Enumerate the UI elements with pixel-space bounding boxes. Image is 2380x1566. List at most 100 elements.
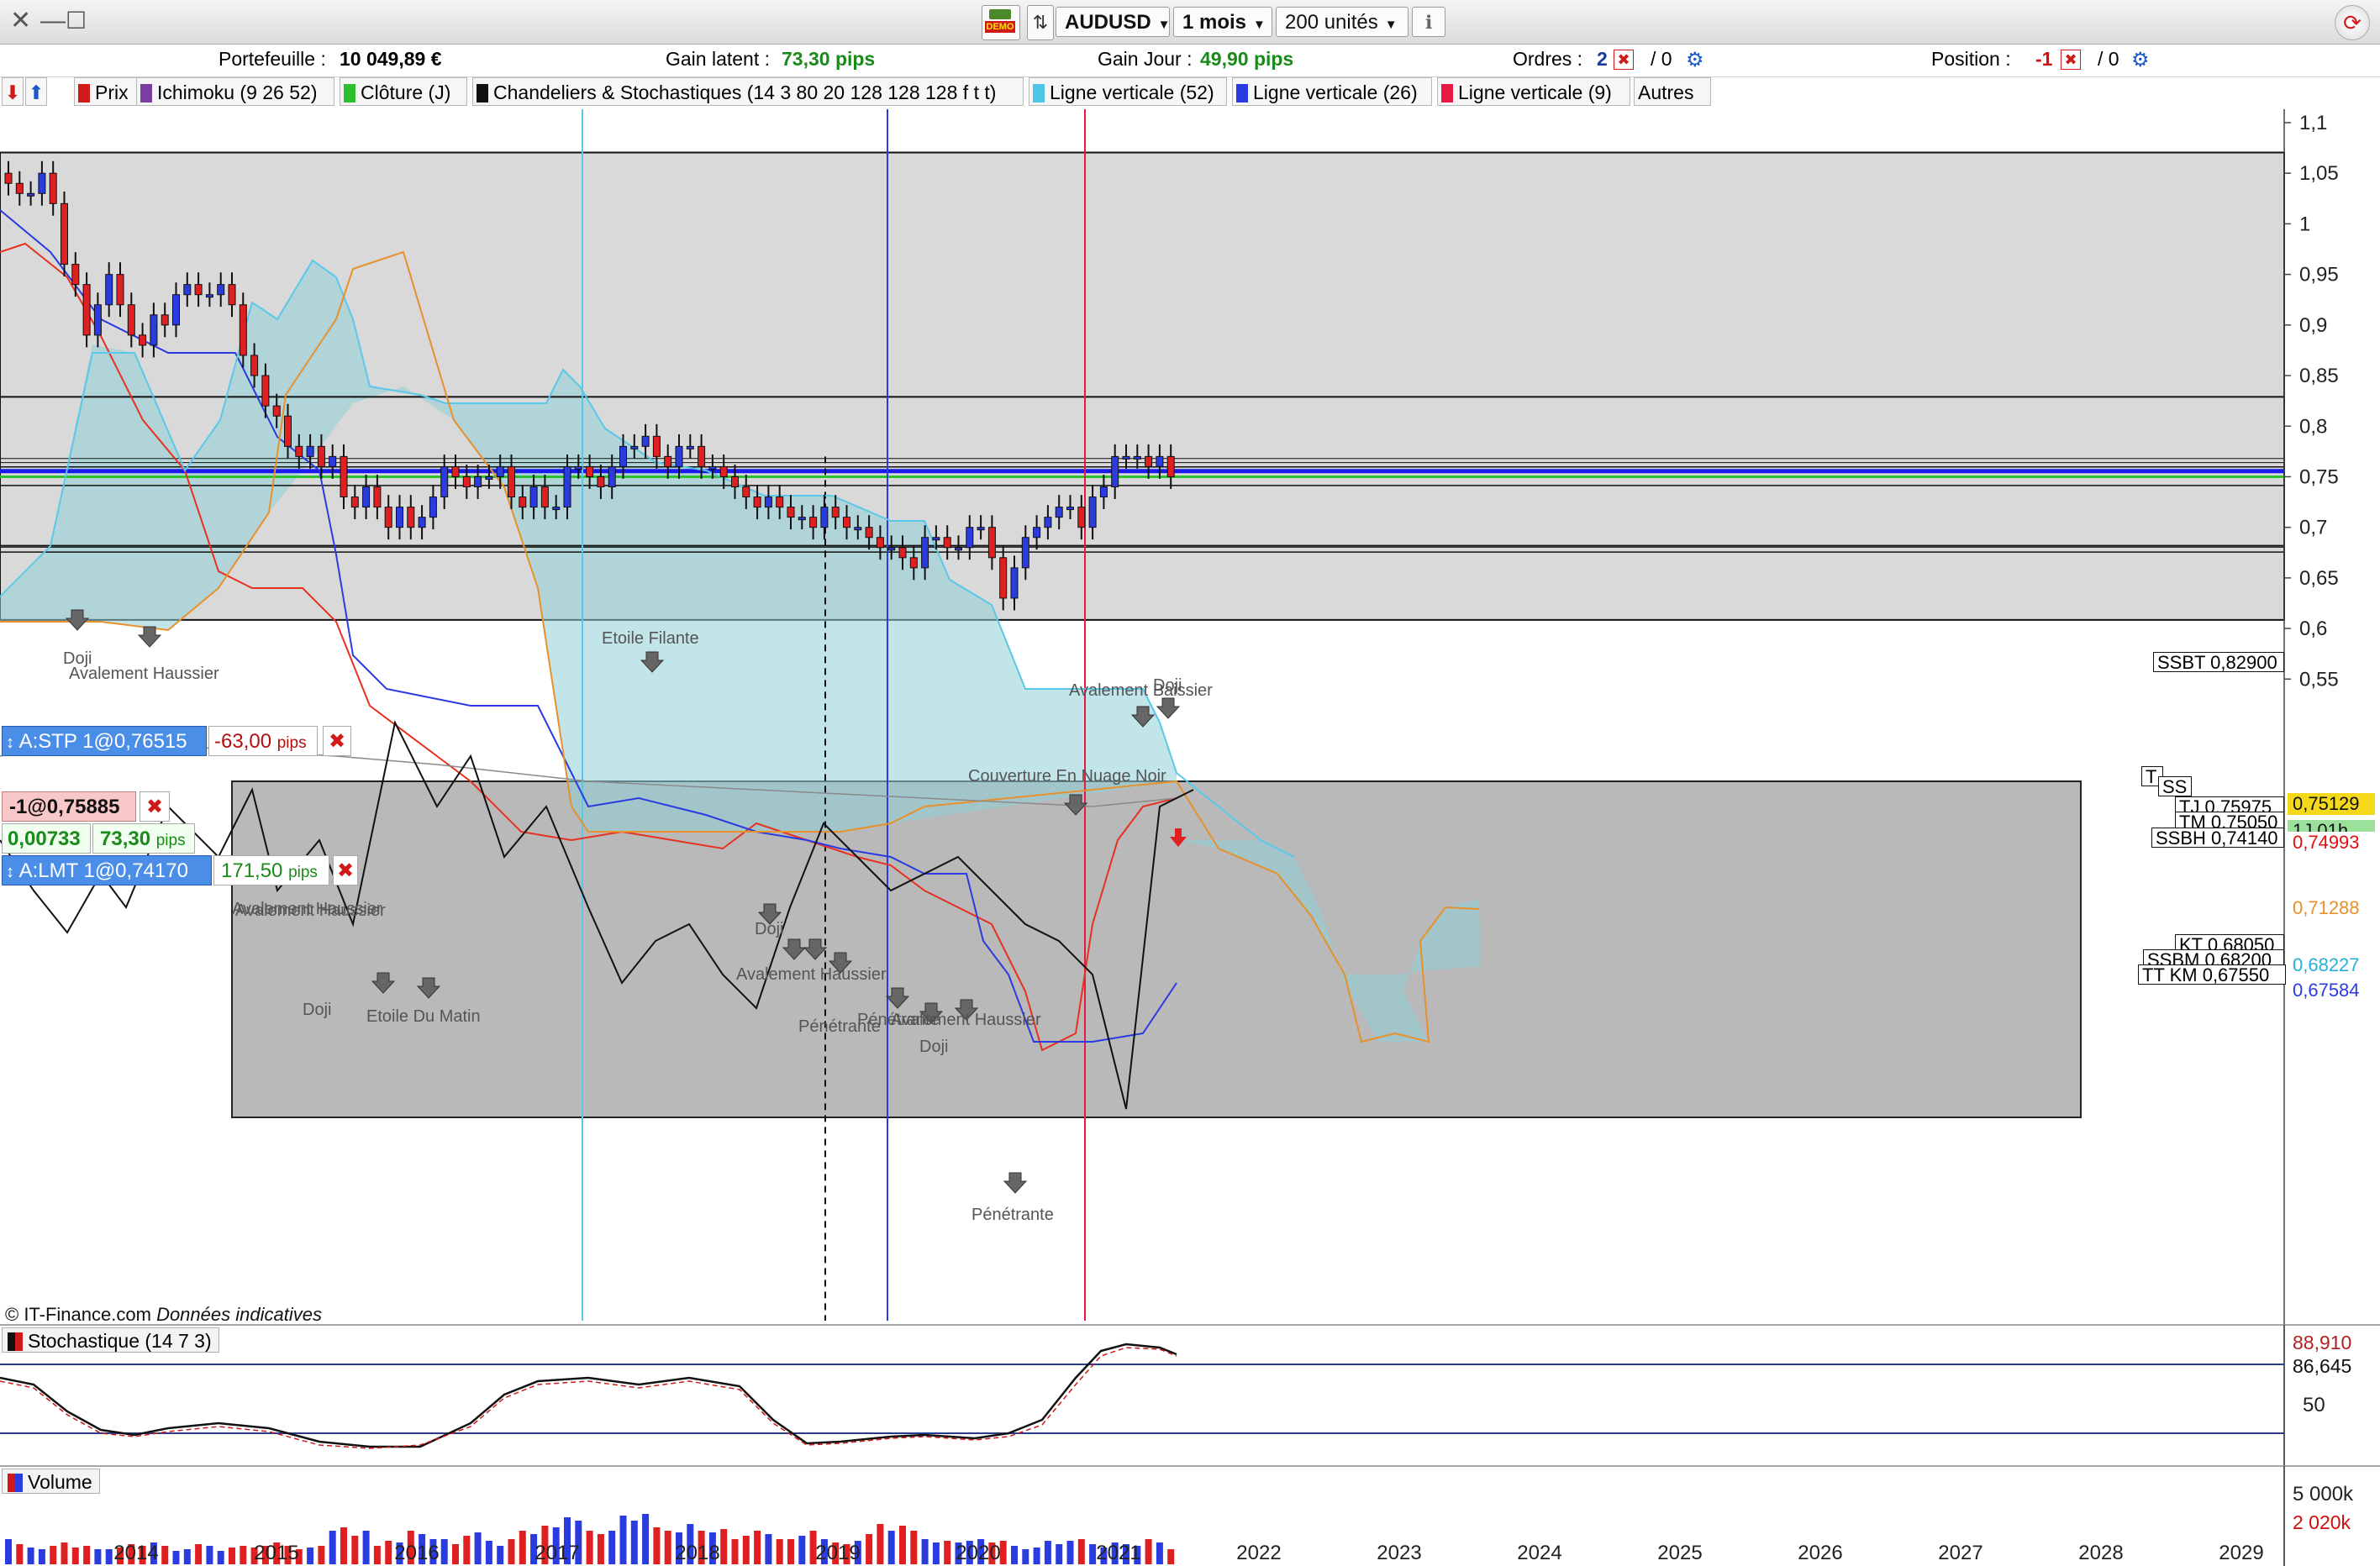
collapse-down-icon[interactable]: ⬇: [2, 77, 24, 106]
candle-body: [373, 486, 382, 508]
volume-bar: [999, 1541, 1007, 1564]
legend-item[interactable]: Ligne verticale (9): [1437, 77, 1630, 106]
refresh-icon[interactable]: ⟳: [2335, 5, 2370, 40]
candle-body: [552, 507, 561, 511]
panel-value-tag: 86,645: [2293, 1355, 2352, 1377]
x-tick-label: 2020: [956, 1542, 1000, 1564]
volume-bar: [866, 1534, 873, 1564]
volume-bar: [508, 1539, 515, 1564]
day-gain-value: 49,90 pips: [1200, 48, 1294, 70]
volume-bar: [932, 1542, 940, 1564]
x-tick-label: 2029: [2219, 1542, 2263, 1564]
expand-up-icon[interactable]: ⬆: [25, 77, 47, 106]
candle-body: [608, 465, 616, 488]
candle-body: [38, 172, 46, 194]
candle-body: [787, 507, 795, 518]
candle-body: [708, 465, 717, 470]
candle-body: [317, 445, 325, 467]
units-select[interactable]: 200 unités ▼: [1276, 7, 1409, 37]
candle-body: [161, 314, 169, 326]
gear-icon[interactable]: ⚙: [1686, 48, 1704, 72]
candle-body: [742, 486, 750, 498]
volume-panel-title[interactable]: Volume: [2, 1469, 100, 1494]
attach-icon[interactable]: ⇅: [1027, 5, 1054, 40]
data-note: Données indicatives: [156, 1304, 322, 1325]
limit-order-label: A:LMT 1@0,74170: [18, 859, 188, 882]
candle-body: [619, 445, 627, 467]
volume-bar: [474, 1532, 482, 1564]
candle-body: [350, 497, 359, 508]
drag-handle-icon: ↕: [6, 733, 19, 752]
pips-unit: pips: [288, 864, 318, 881]
minimize-icon[interactable]: —: [40, 8, 66, 34]
volume-bar: [1033, 1548, 1040, 1564]
volume-bar: [1145, 1539, 1152, 1564]
legend-item[interactable]: Autres: [1634, 77, 1711, 106]
volume-bar: [1089, 1544, 1097, 1564]
info-icon[interactable]: ℹ: [1412, 7, 1445, 37]
candle-body: [116, 274, 124, 306]
period-select[interactable]: 1 mois ▼: [1173, 7, 1272, 37]
maximize-icon[interactable]: ☐: [66, 8, 87, 34]
candle-body: [508, 465, 515, 498]
volume-bar: [229, 1548, 235, 1564]
candle-body: [396, 507, 403, 528]
pattern-label: Avalement Haussier: [232, 900, 382, 918]
candle-body: [261, 375, 270, 407]
demo-icon[interactable]: DEMO: [982, 5, 1020, 40]
candle-body: [306, 445, 314, 457]
volume-bar: [630, 1521, 638, 1564]
close-position-tag-icon[interactable]: ✖: [140, 791, 170, 822]
legend-item[interactable]: Ligne verticale (26): [1232, 77, 1432, 106]
volume-title: Volume: [28, 1471, 92, 1493]
candle-body: [1145, 455, 1153, 467]
price-chart[interactable]: Doji Avalement Haussier Etoile Filante Aval…: [0, 109, 2380, 1566]
watermark: AUD/USD Mini: [2035, 109, 2269, 115]
close-position-icon[interactable]: ✖: [2061, 50, 2081, 70]
spread-pips-value: 73,30: [100, 828, 151, 850]
limit-order-tag[interactable]: ↕ A:LMT 1@0,74170: [2, 855, 212, 885]
volume-bar: [362, 1531, 370, 1564]
candle-body: [1156, 455, 1164, 467]
x-tick-label: 2016: [394, 1542, 439, 1564]
legend-label: Chandeliers & Stochastiques (14 3 80 20 …: [493, 81, 997, 103]
close-icon[interactable]: ✕: [10, 8, 31, 34]
candle-body: [932, 537, 940, 541]
volume-bar: [217, 1551, 224, 1564]
legend-item[interactable]: Clôture (J): [340, 77, 467, 106]
symbol-select[interactable]: AUDUSD ▼: [1056, 7, 1171, 37]
pattern-label: Etoile Du Matin: [366, 1007, 481, 1026]
cancel-orders-icon[interactable]: ✖: [1614, 50, 1634, 70]
candle-body: [15, 182, 24, 194]
stochastic-panel-title[interactable]: Stochastique (14 7 3): [2, 1327, 219, 1353]
volume-bar: [921, 1539, 929, 1564]
volume-bar: [1056, 1544, 1063, 1564]
legend-swatch: [1236, 84, 1248, 102]
volume-bar: [329, 1531, 336, 1564]
stop-pips-value: -63,00: [214, 730, 272, 753]
position-tag[interactable]: -1@0,75885: [2, 791, 136, 822]
stop-order-tag[interactable]: ↕ A:STP 1@0,76515: [2, 726, 207, 756]
legend-swatch: [140, 84, 152, 102]
pattern-label: Avalement Haussier: [69, 665, 219, 683]
candle-body: [194, 284, 203, 296]
volume-bar: [50, 1546, 57, 1564]
y-tick-label: 1,1: [2299, 112, 2327, 134]
x-tick-label: 2018: [675, 1542, 719, 1564]
volume-bar: [440, 1539, 448, 1564]
candle-body: [675, 445, 683, 467]
cancel-limit-icon[interactable]: ✖: [333, 855, 358, 885]
gear-icon[interactable]: ⚙: [2131, 48, 2150, 72]
legend-item[interactable]: Ichimoku (9 26 52): [136, 77, 334, 106]
legend-item[interactable]: Chandeliers & Stochastiques (14 3 80 20 …: [472, 77, 1024, 106]
candle-body: [831, 507, 840, 518]
price-tag: 0,67584: [2288, 980, 2375, 1001]
legend-item[interactable]: Ligne verticale (52): [1029, 77, 1227, 106]
stop-order-label: A:STP 1@0,76515: [18, 730, 187, 753]
candle-body: [529, 486, 538, 508]
candle-body: [719, 465, 728, 477]
cancel-stop-icon[interactable]: ✖: [323, 726, 351, 756]
day-gain-label: Gain Jour :: [1098, 48, 1193, 70]
volume-bar: [452, 1544, 459, 1564]
legend-swatch: [344, 84, 355, 102]
